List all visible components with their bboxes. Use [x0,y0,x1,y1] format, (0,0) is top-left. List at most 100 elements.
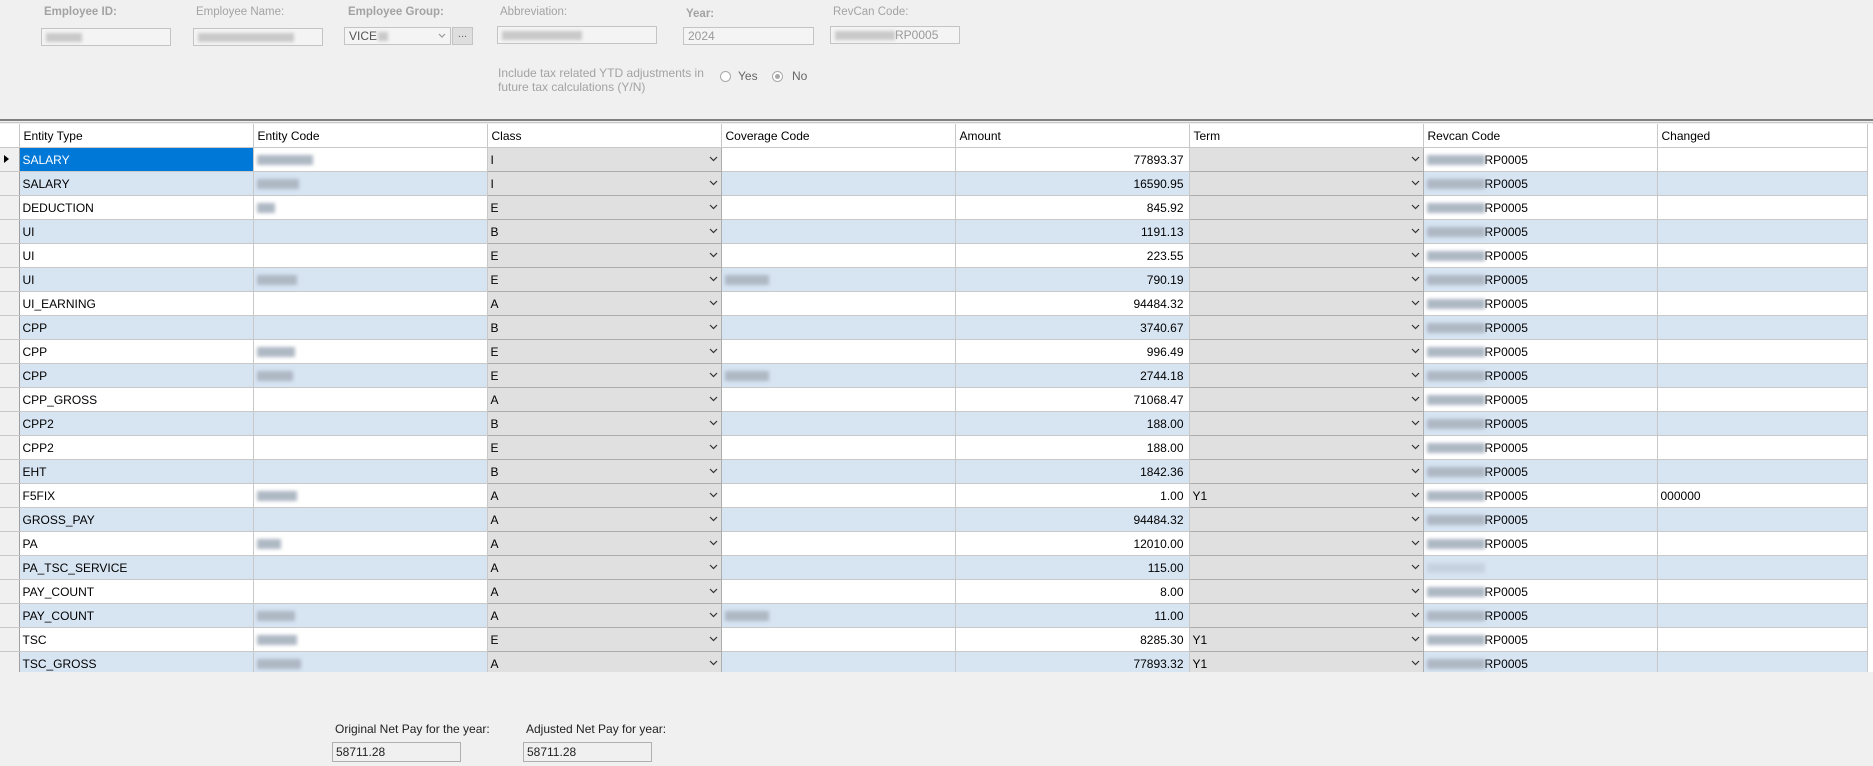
row-selector[interactable] [0,531,20,556]
entity-code-cell[interactable] [253,627,488,652]
class-combo[interactable]: A [486,555,722,580]
class-combo[interactable]: B [486,411,722,436]
row-selector[interactable] [0,603,20,628]
row-selector[interactable] [0,387,20,412]
row-selector[interactable] [0,147,20,172]
revcan-code-cell[interactable]: RP0005 [1423,411,1658,436]
revcan-code-cell[interactable]: RP0005 [1423,507,1658,532]
coverage-code-cell[interactable] [721,315,956,340]
revcan-code-cell[interactable] [1423,555,1658,580]
amount-cell[interactable]: 77893.37 [955,147,1190,172]
amount-cell[interactable]: 11.00 [955,603,1190,628]
term-combo[interactable] [1188,531,1424,556]
row-selector[interactable] [0,363,20,388]
changed-cell[interactable] [1657,579,1868,604]
row-selector[interactable] [0,555,20,580]
amount-cell[interactable]: 223.55 [955,243,1190,268]
entity-code-cell[interactable] [253,651,488,672]
revcan-code-cell[interactable]: RP0005 [1423,195,1658,220]
term-combo[interactable] [1188,315,1424,340]
term-combo[interactable] [1188,435,1424,460]
coverage-code-cell[interactable] [721,531,956,556]
changed-cell[interactable] [1657,363,1868,388]
amount-cell[interactable]: 1191.13 [955,219,1190,244]
entity-code-cell[interactable] [253,483,488,508]
revcan-code-cell[interactable]: RP0005 [1423,387,1658,412]
amount-cell[interactable]: 94484.32 [955,507,1190,532]
revcan-code-cell[interactable]: RP0005 [1423,579,1658,604]
row-selector[interactable] [0,435,20,460]
entity-type-cell[interactable]: PAY_COUNT [19,579,254,604]
entity-type-cell[interactable]: CPP2 [19,435,254,460]
entity-type-cell[interactable]: EHT [19,459,254,484]
term-combo[interactable] [1188,195,1424,220]
class-combo[interactable]: E [486,363,722,388]
entity-type-cell[interactable]: CPP [19,315,254,340]
amount-cell[interactable]: 77893.32 [955,651,1190,672]
class-combo[interactable]: E [486,195,722,220]
table-row[interactable]: PAY_COUNT A 8.00 RP0005 [0,579,1868,604]
changed-cell[interactable] [1657,651,1868,672]
table-row[interactable]: EHT B 1842.36 RP0005 [0,459,1868,484]
amount-cell[interactable]: 1.00 [955,483,1190,508]
amount-cell[interactable]: 188.00 [955,435,1190,460]
entity-code-cell[interactable] [253,411,488,436]
term-combo[interactable] [1188,219,1424,244]
changed-cell[interactable] [1657,339,1868,364]
amount-cell[interactable]: 2744.18 [955,363,1190,388]
row-selector[interactable] [0,483,20,508]
column-header-term[interactable]: Term [1189,124,1424,148]
revcan-code-cell[interactable]: RP0005 [1423,315,1658,340]
changed-cell[interactable] [1657,387,1868,412]
entity-type-cell[interactable]: PAY_COUNT [19,603,254,628]
coverage-code-cell[interactable] [721,579,956,604]
table-row[interactable]: CPP_GROSS A 71068.47 RP0005 [0,387,1868,412]
revcan-code-cell[interactable]: RP0005 [1423,171,1658,196]
term-combo[interactable] [1188,363,1424,388]
column-header-entity-code[interactable]: Entity Code [253,124,488,148]
revcan-code-cell[interactable]: RP0005 [1423,363,1658,388]
table-row[interactable]: GROSS_PAY A 94484.32 RP0005 [0,507,1868,532]
table-row[interactable]: CPP E 996.49 RP0005 [0,339,1868,364]
revcan-code-cell[interactable]: RP0005 [1423,603,1658,628]
class-combo[interactable]: E [486,435,722,460]
entity-code-cell[interactable] [253,507,488,532]
class-combo[interactable]: A [486,507,722,532]
entity-type-cell[interactable]: GROSS_PAY [19,507,254,532]
coverage-code-cell[interactable] [721,459,956,484]
coverage-code-cell[interactable] [721,219,956,244]
changed-cell[interactable] [1657,531,1868,556]
entity-code-cell[interactable] [253,267,488,292]
entity-code-cell[interactable] [253,435,488,460]
amount-cell[interactable]: 8285.30 [955,627,1190,652]
coverage-code-cell[interactable] [721,363,956,388]
abbreviation-field[interactable] [497,26,657,44]
term-combo[interactable]: Y1 [1188,651,1424,672]
term-combo[interactable]: Y1 [1188,627,1424,652]
row-selector[interactable] [0,315,20,340]
revcan-code-cell[interactable]: RP0005 [1423,531,1658,556]
table-row[interactable]: CPP2 E 188.00 RP0005 [0,435,1868,460]
revcan-code-cell[interactable]: RP0005 [1423,459,1658,484]
entity-code-cell[interactable] [253,339,488,364]
changed-cell[interactable] [1657,243,1868,268]
year-field[interactable]: 2024 [683,27,814,45]
row-selector[interactable] [0,243,20,268]
term-combo[interactable] [1188,579,1424,604]
changed-cell[interactable] [1657,435,1868,460]
class-combo[interactable]: E [486,627,722,652]
entity-code-cell[interactable] [253,243,488,268]
entity-code-cell[interactable] [253,147,488,172]
term-combo[interactable] [1188,387,1424,412]
column-header-entity-type[interactable]: Entity Type [19,124,254,148]
table-row[interactable]: PAY_COUNT A 11.00 RP0005 [0,603,1868,628]
entity-type-cell[interactable]: UI [19,219,254,244]
class-combo[interactable]: A [486,531,722,556]
term-combo[interactable] [1188,147,1424,172]
entity-type-cell[interactable]: SALARY [19,147,254,172]
revcan-code-field[interactable]: RP0005 [830,26,960,44]
coverage-code-cell[interactable] [721,651,956,672]
amount-cell[interactable]: 188.00 [955,411,1190,436]
entity-code-cell[interactable] [253,387,488,412]
entity-type-cell[interactable]: UI [19,243,254,268]
